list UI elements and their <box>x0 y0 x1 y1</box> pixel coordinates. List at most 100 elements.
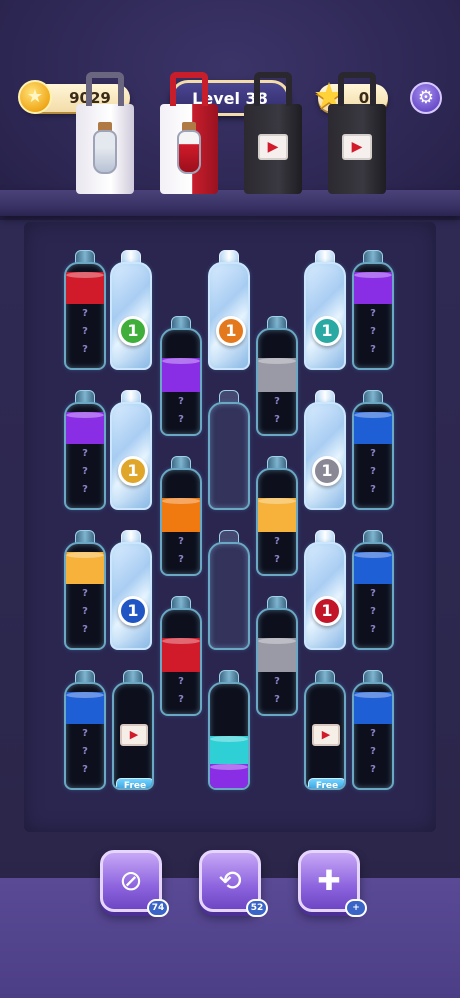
hidden-marker: ? <box>274 414 280 425</box>
frozen-bottle[interactable]: 1 <box>304 530 346 650</box>
video-play-icon: ▶ <box>312 724 340 746</box>
free-button[interactable]: Free <box>116 778 152 788</box>
hidden-marker: ? <box>82 606 88 617</box>
liquid-layer-gray <box>258 358 296 392</box>
frozen-bottle[interactable]: 1 <box>110 390 152 510</box>
video-bag-1[interactable]: ▶ <box>244 72 302 194</box>
free-button[interactable]: Free <box>308 778 344 788</box>
bottle[interactable]: ? ? ? <box>64 670 106 790</box>
clear-potion-icon <box>93 130 117 174</box>
hidden-marker: ? <box>178 554 184 565</box>
bottle-body: ? ? <box>160 608 202 716</box>
frozen-count-badge: 1 <box>118 316 148 346</box>
red-potion-bag[interactable] <box>160 72 218 194</box>
bottle[interactable]: ? ? <box>160 596 202 716</box>
frozen-bottle[interactable]: 1 <box>110 530 152 650</box>
no-undo-icon: ⊘ <box>119 864 143 897</box>
video-play-icon: ▶ <box>120 724 148 746</box>
frozen-count-badge: 1 <box>312 316 342 346</box>
bottle[interactable]: ? ? <box>256 456 298 576</box>
frozen-bottle[interactable]: 1 <box>304 250 346 370</box>
locked-video-bottle[interactable]: ▶ Free <box>304 670 346 790</box>
hidden-marker: ? <box>82 344 88 355</box>
hidden-marker: ? <box>370 466 376 477</box>
liquid-layer-red <box>162 638 200 672</box>
hidden-marker: ? <box>82 764 88 775</box>
bottle-body: ? ? ? <box>64 262 106 370</box>
bottle-body <box>208 542 250 650</box>
hidden-marker: ? <box>82 728 88 739</box>
bottle[interactable]: ? ? ? <box>352 390 394 510</box>
bag-handle <box>338 72 376 106</box>
hidden-marker: ? <box>82 308 88 319</box>
hidden-marker: ? <box>178 676 184 687</box>
frozen-bottle[interactable]: 1 <box>110 250 152 370</box>
hidden-marker: ? <box>370 746 376 757</box>
bottle-body: ▶ Free <box>112 682 154 790</box>
shuffle-icon: ⟲ <box>218 864 242 897</box>
bottle[interactable]: ? ? ? <box>352 530 394 650</box>
liquid-layer-blue <box>354 552 392 584</box>
hidden-marker: ? <box>370 588 376 599</box>
liquid-layer-yellow <box>258 498 296 532</box>
hidden-marker: ? <box>274 536 280 547</box>
add-bottle-icon: ✚ <box>317 864 341 897</box>
hidden-marker: ? <box>370 606 376 617</box>
bag-handle <box>86 72 124 106</box>
hidden-marker: ? <box>82 624 88 635</box>
locked-video-bottle[interactable]: ▶ Free <box>112 670 154 790</box>
bottle-body: ? ? ? <box>64 542 106 650</box>
liquid-layer-blue <box>354 412 392 444</box>
bottle-body: ? ? <box>256 328 298 436</box>
video-play-icon: ▶ <box>342 134 372 160</box>
bottle-body: ? ? <box>160 468 202 576</box>
frozen-bottle[interactable]: 1 <box>208 250 250 370</box>
bottle[interactable]: ? ? <box>160 316 202 436</box>
empty-bottle[interactable] <box>208 530 250 650</box>
hidden-marker: ? <box>370 344 376 355</box>
red-potion-icon <box>177 130 201 174</box>
bottle[interactable]: ? ? <box>256 316 298 436</box>
undo-count-badge: 74 <box>147 899 169 917</box>
hidden-marker: ? <box>178 536 184 547</box>
frozen-count-badge: 1 <box>312 596 342 626</box>
undo-button[interactable]: ⊘ 74 <box>100 850 169 917</box>
bottle-body: 1 <box>110 402 152 510</box>
bottle-body <box>208 402 250 510</box>
bottle[interactable]: ? ? ? <box>352 250 394 370</box>
hidden-marker: ? <box>82 588 88 599</box>
bottle-body: 1 <box>110 262 152 370</box>
bottle[interactable]: ? ? ? <box>352 670 394 790</box>
bottle[interactable]: ? ? ? <box>64 530 106 650</box>
settings-button[interactable]: ⚙ <box>410 82 442 114</box>
liquid-layer-purple <box>162 358 200 392</box>
liquid-layer-blue <box>66 692 104 724</box>
liquid-layer-orange <box>162 498 200 532</box>
shuffle-button[interactable]: ⟲ 52 <box>199 850 268 917</box>
liquid-layer-yellow <box>66 552 104 584</box>
bottle-body: ? ? ? <box>352 542 394 650</box>
liquid-layer-purple <box>66 412 104 444</box>
bottle[interactable] <box>208 670 250 790</box>
add-bottle-button[interactable]: ✚ + <box>298 850 367 917</box>
bottle-body: ? ? ? <box>64 402 106 510</box>
empty-bottle[interactable] <box>208 390 250 510</box>
bottle-body: ? ? ? <box>64 682 106 790</box>
frozen-bottle[interactable]: 1 <box>304 390 346 510</box>
bottle-body <box>208 682 250 790</box>
bottle[interactable]: ? ? ? <box>64 390 106 510</box>
bottle-body: 1 <box>208 262 250 370</box>
bottle[interactable]: ? ? <box>160 456 202 576</box>
bottle-body: 1 <box>304 262 346 370</box>
hidden-marker: ? <box>82 448 88 459</box>
hidden-marker: ? <box>82 466 88 477</box>
bottle[interactable]: ? ? <box>256 596 298 716</box>
bottle[interactable]: ? ? ? <box>64 250 106 370</box>
bottle-body: ▶ Free <box>304 682 346 790</box>
bottle-body: ? ? ? <box>352 402 394 510</box>
white-potion-bag[interactable] <box>76 72 134 194</box>
hidden-marker: ? <box>370 624 376 635</box>
hidden-marker: ? <box>370 308 376 319</box>
frozen-count-badge: 1 <box>216 316 246 346</box>
video-bag-2[interactable]: ▶ <box>328 72 386 194</box>
